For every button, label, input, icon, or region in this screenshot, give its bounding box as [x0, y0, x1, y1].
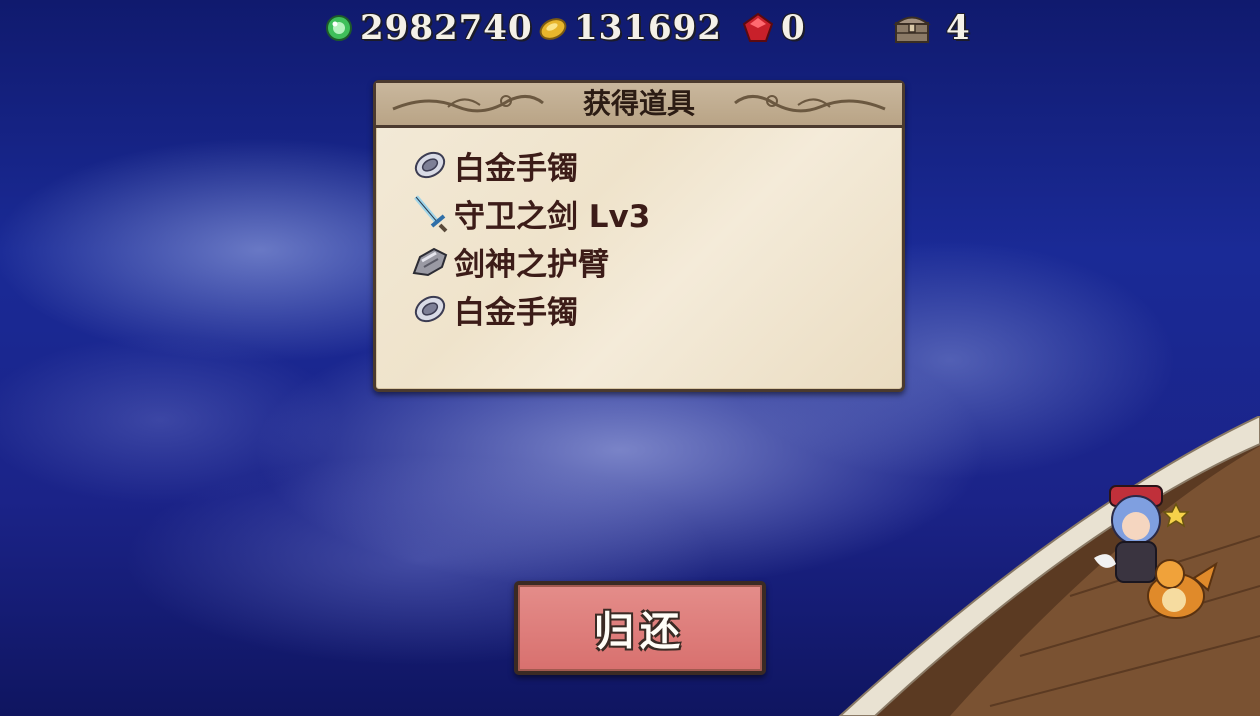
- item-name: 守卫之剑 Lv3: [454, 198, 651, 235]
- gold-coin-count: 131692: [574, 8, 722, 48]
- chest-count: 4: [946, 8, 971, 48]
- resource-bar: 2982740 131692 0 4: [0, 6, 1260, 50]
- panel-header: 获得道具: [376, 83, 902, 128]
- list-item: 剑神之护臂: [410, 237, 650, 285]
- gold-coin-icon: [539, 18, 567, 40]
- list-item: 白金手镯: [410, 285, 650, 333]
- right-ornament-icon: [734, 95, 886, 113]
- item-list: 白金手镯 守卫之剑 Lv3 剑神之护臂 白金手镯: [410, 141, 650, 333]
- red-gem-icon: [742, 12, 774, 42]
- return-button[interactable]: 归还: [514, 581, 766, 675]
- gold-coin-counter: 131692: [538, 6, 722, 50]
- dragon-sprite: [1147, 559, 1218, 619]
- green-gem-count: 2982740: [360, 8, 533, 48]
- sword-icon: [410, 193, 450, 233]
- return-button-label: 归还: [594, 609, 686, 655]
- item-name: 剑神之护臂: [454, 246, 609, 283]
- list-item: 守卫之剑 Lv3: [410, 189, 650, 237]
- green-gem-counter: 2982740: [324, 6, 533, 50]
- gauntlet-icon: [410, 241, 450, 281]
- list-item: 白金手镯: [410, 141, 650, 189]
- red-gem-counter: 0: [741, 6, 806, 50]
- ring-icon: [410, 289, 450, 329]
- green-gem-icon: [326, 15, 352, 41]
- party-characters: [1094, 485, 1218, 619]
- treasure-chest-icon: [893, 16, 931, 43]
- red-gem-count: 0: [781, 8, 806, 48]
- obtained-items-panel: 获得道具 白金手镯 守卫之剑 Lv3 剑神之护臂 白金手镯: [373, 80, 905, 392]
- ring-icon: [410, 145, 450, 185]
- item-name: 白金手镯: [454, 150, 578, 187]
- item-name: 白金手镯: [454, 294, 578, 331]
- chest-counter: 4: [892, 6, 971, 50]
